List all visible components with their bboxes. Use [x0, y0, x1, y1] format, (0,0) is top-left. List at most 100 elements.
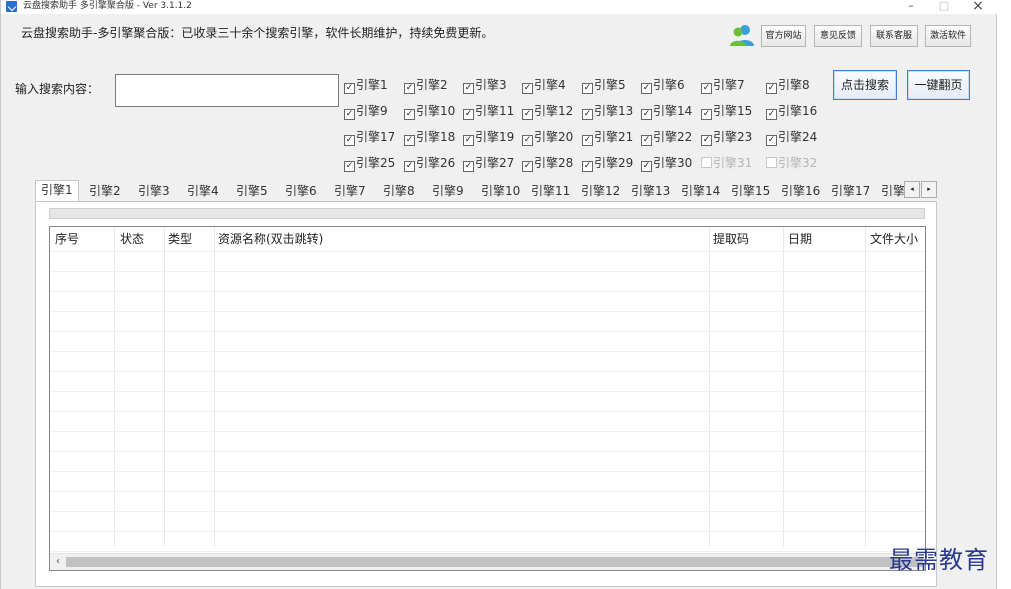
- activate-software-button[interactable]: 激活软件: [925, 25, 971, 47]
- engine-checkbox-14[interactable]: ✓ 引擎14: [641, 102, 692, 120]
- tab-engine-8[interactable]: 引擎8: [378, 182, 420, 202]
- engine-checkbox-28[interactable]: ✓ 引擎28: [522, 154, 573, 172]
- checkbox-box[interactable]: ✓: [404, 135, 415, 146]
- column-header[interactable]: 日期: [788, 230, 812, 247]
- scrollbar-thumb[interactable]: [66, 557, 923, 567]
- checkbox-box[interactable]: ✓: [522, 109, 533, 120]
- engine-checkbox-12[interactable]: ✓ 引擎12: [522, 102, 573, 120]
- checkbox-box[interactable]: ✓: [641, 109, 652, 120]
- checkbox-box[interactable]: ✓: [344, 109, 355, 120]
- checkbox-box[interactable]: ✓: [463, 135, 474, 146]
- tab-engine-15[interactable]: 引擎15: [726, 182, 775, 202]
- engine-checkbox-23[interactable]: ✓ 引擎23: [701, 128, 752, 146]
- tab-engine-11[interactable]: 引擎11: [526, 182, 575, 202]
- engine-checkbox-31[interactable]: 引擎31: [701, 154, 752, 172]
- maximize-button[interactable]: □: [929, 0, 959, 14]
- checkbox-box[interactable]: ✓: [463, 109, 474, 120]
- engine-checkbox-20[interactable]: ✓ 引擎20: [522, 128, 573, 146]
- horizontal-scrollbar[interactable]: ‹: [50, 553, 925, 570]
- checkbox-box[interactable]: ✓: [404, 109, 415, 120]
- checkbox-box[interactable]: [766, 157, 777, 168]
- tab-engine-6[interactable]: 引擎6: [280, 182, 322, 202]
- checkbox-box[interactable]: ✓: [641, 135, 652, 146]
- checkbox-box[interactable]: ✓: [701, 109, 712, 120]
- engine-checkbox-6[interactable]: ✓ 引擎6: [641, 76, 685, 94]
- tab-engine-13[interactable]: 引擎13: [626, 182, 675, 202]
- checkbox-box[interactable]: ✓: [582, 83, 593, 94]
- engine-checkbox-7[interactable]: ✓ 引擎7: [701, 76, 745, 94]
- search-button[interactable]: 点击搜索: [833, 70, 897, 100]
- checkbox-box[interactable]: ✓: [463, 83, 474, 94]
- engine-checkbox-5[interactable]: ✓ 引擎5: [582, 76, 626, 94]
- next-page-button[interactable]: 一键翻页: [907, 70, 970, 100]
- checkbox-box[interactable]: ✓: [344, 83, 355, 94]
- checkbox-box[interactable]: ✓: [701, 83, 712, 94]
- tab-engine-17[interactable]: 引擎17: [826, 182, 875, 202]
- results-list[interactable]: 序号 状态 类型 资源名称(双击跳转) 提取码 日期 文件大小 ‹: [49, 226, 926, 571]
- checkbox-box[interactable]: ✓: [766, 109, 777, 120]
- engine-checkbox-9[interactable]: ✓ 引擎9: [344, 102, 388, 120]
- engine-checkbox-4[interactable]: ✓ 引擎4: [522, 76, 566, 94]
- checkbox-box[interactable]: ✓: [522, 83, 533, 94]
- engine-checkbox-27[interactable]: ✓ 引擎27: [463, 154, 514, 172]
- checkbox-box[interactable]: ✓: [701, 135, 712, 146]
- checkbox-box[interactable]: ✓: [582, 135, 593, 146]
- engine-checkbox-22[interactable]: ✓ 引擎22: [641, 128, 692, 146]
- tab-engine-4[interactable]: 引擎4: [182, 182, 224, 202]
- engine-checkbox-15[interactable]: ✓ 引擎15: [701, 102, 752, 120]
- search-input[interactable]: [115, 74, 339, 107]
- tab-engine-2[interactable]: 引擎2: [84, 182, 126, 202]
- feedback-button[interactable]: 意见反馈: [814, 25, 862, 47]
- engine-checkbox-1[interactable]: ✓ 引擎1: [344, 76, 388, 94]
- checkbox-box[interactable]: ✓: [522, 161, 533, 172]
- tab-engine-5[interactable]: 引擎5: [231, 182, 273, 202]
- engine-checkbox-18[interactable]: ✓ 引擎18: [404, 128, 455, 146]
- engine-checkbox-11[interactable]: ✓ 引擎11: [463, 102, 514, 120]
- tab-scroll-right-button[interactable]: ▸: [921, 181, 937, 198]
- checkbox-box[interactable]: ✓: [582, 161, 593, 172]
- tab-engine-7[interactable]: 引擎7: [329, 182, 371, 202]
- contact-support-button[interactable]: 联系客服: [870, 25, 918, 47]
- checkbox-box[interactable]: [701, 157, 712, 168]
- checkbox-box[interactable]: ✓: [344, 135, 355, 146]
- official-site-button[interactable]: 官方网站: [761, 25, 806, 47]
- engine-checkbox-19[interactable]: ✓ 引擎19: [463, 128, 514, 146]
- engine-checkbox-24[interactable]: ✓ 引擎24: [766, 128, 817, 146]
- checkbox-box[interactable]: ✓: [522, 135, 533, 146]
- engine-checkbox-17[interactable]: ✓ 引擎17: [344, 128, 395, 146]
- checkbox-box[interactable]: ✓: [404, 83, 415, 94]
- checkbox-box[interactable]: ✓: [582, 109, 593, 120]
- tab-engine-9[interactable]: 引擎9: [427, 182, 469, 202]
- checkbox-box[interactable]: ✓: [641, 83, 652, 94]
- tab-scroll-left-button[interactable]: ◂: [904, 181, 920, 198]
- tab-engine-16[interactable]: 引擎16: [776, 182, 825, 202]
- tab-engine-10[interactable]: 引擎10: [476, 182, 525, 202]
- engine-checkbox-26[interactable]: ✓ 引擎26: [404, 154, 455, 172]
- engine-checkbox-13[interactable]: ✓ 引擎13: [582, 102, 633, 120]
- column-header[interactable]: 状态: [120, 230, 144, 247]
- close-button[interactable]: ×: [963, 0, 993, 14]
- engine-checkbox-16[interactable]: ✓ 引擎16: [766, 102, 817, 120]
- engine-checkbox-8[interactable]: ✓ 引擎8: [766, 76, 810, 94]
- engine-checkbox-32[interactable]: 引擎32: [766, 154, 817, 172]
- tab-engine-3[interactable]: 引擎3: [133, 182, 175, 202]
- minimize-button[interactable]: –: [896, 0, 926, 14]
- scroll-left-arrow-icon[interactable]: ‹: [52, 555, 64, 569]
- engine-checkbox-25[interactable]: ✓ 引擎25: [344, 154, 395, 172]
- tab-engine-12[interactable]: 引擎12: [576, 182, 625, 202]
- column-header[interactable]: 资源名称(双击跳转): [218, 230, 323, 247]
- checkbox-box[interactable]: ✓: [766, 135, 777, 146]
- engine-checkbox-21[interactable]: ✓ 引擎21: [582, 128, 633, 146]
- engine-checkbox-3[interactable]: ✓ 引擎3: [463, 76, 507, 94]
- engine-checkbox-10[interactable]: ✓ 引擎10: [404, 102, 455, 120]
- checkbox-box[interactable]: ✓: [404, 161, 415, 172]
- checkbox-box[interactable]: ✓: [766, 83, 777, 94]
- tab-engine-1[interactable]: 引擎1: [35, 180, 79, 202]
- tab-engine-14[interactable]: 引擎14: [676, 182, 725, 202]
- column-header[interactable]: 提取码: [713, 230, 749, 247]
- column-header[interactable]: 类型: [168, 230, 192, 247]
- engine-checkbox-29[interactable]: ✓ 引擎29: [582, 154, 633, 172]
- checkbox-box[interactable]: ✓: [641, 161, 652, 172]
- checkbox-box[interactable]: ✓: [463, 161, 474, 172]
- column-header[interactable]: 序号: [55, 230, 79, 247]
